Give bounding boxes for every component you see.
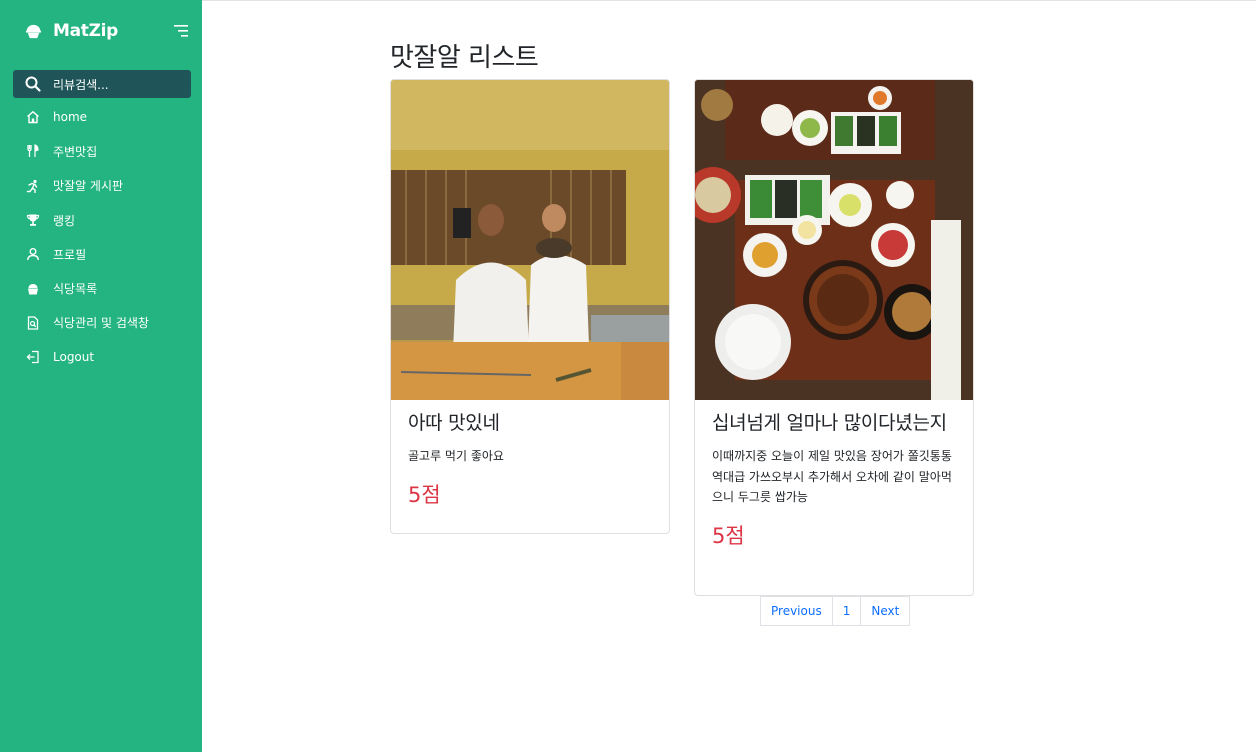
sidebar-item-label: Logout xyxy=(53,350,95,365)
sidebar: MatZip 리뷰검색... home 주변맛집 맛잘알 게시판 랭킹 프로필 … xyxy=(0,0,202,752)
card-text: 골고루 먹기 좋아요 xyxy=(408,449,504,463)
utensils-icon xyxy=(27,144,39,158)
sidebar-item-ranking[interactable]: 랭킹 xyxy=(0,203,202,237)
sidebar-item-label: 식당관리 및 검색창 xyxy=(53,316,149,331)
home-icon xyxy=(27,111,39,124)
sidebar-item-board[interactable]: 맛잘알 게시판 xyxy=(0,169,202,203)
document-search-icon xyxy=(27,316,39,330)
trophy-icon xyxy=(26,214,40,226)
search-icon xyxy=(25,76,41,92)
logout-icon xyxy=(26,351,39,364)
brand[interactable]: MatZip xyxy=(24,18,118,44)
sidebar-item-label: home xyxy=(53,110,88,125)
main-content: 맛잘알 리스트 아따 맛있네 골고루 먹기 좋아요 5점 십녀넘게 얼마나 많이… xyxy=(202,0,1256,752)
card-score: 5점 xyxy=(712,523,745,548)
sidebar-item-label: 프로필 xyxy=(53,247,87,262)
sidebar-item-label: 랭킹 xyxy=(53,213,76,228)
search-placeholder: 리뷰검색... xyxy=(53,77,109,92)
sidebar-item-logout[interactable]: Logout xyxy=(0,340,202,374)
sidebar-item-nearby[interactable]: 주변맛집 xyxy=(0,134,202,168)
sidebar-item-restaurant-admin[interactable]: 식당관리 및 검색창 xyxy=(0,306,202,340)
pagination-page-1[interactable]: 1 xyxy=(831,596,862,626)
sidebar-item-label: 주변맛집 xyxy=(53,144,98,159)
sidebar-item-label: 식당목록 xyxy=(53,282,98,297)
review-search-input[interactable]: 리뷰검색... xyxy=(13,70,191,98)
review-photo xyxy=(695,80,973,400)
sidebar-item-label: 맛잘알 게시판 xyxy=(53,179,124,194)
sidebar-item-restaurants[interactable]: 식당목록 xyxy=(0,271,202,305)
pagination: Previous 1 Next xyxy=(760,596,911,626)
card-text: 이때까지중 오늘이 제일 맛있음 장어가 쫄깃통통 역대급 가쓰오부시 추가해서… xyxy=(712,449,952,504)
rice-bowl-icon xyxy=(28,283,38,295)
review-photo xyxy=(391,80,669,400)
review-card[interactable]: 십녀넘게 얼마나 많이다녔는지 이때까지중 오늘이 제일 맛있음 장어가 쫄깃통… xyxy=(694,79,974,596)
pagination-next-button[interactable]: Next xyxy=(860,596,911,626)
pagination-previous-button[interactable]: Previous xyxy=(760,596,833,626)
brand-title: MatZip xyxy=(53,21,119,41)
menu-toggle-icon[interactable] xyxy=(174,24,190,38)
sidebar-nav: home 주변맛집 맛잘알 게시판 랭킹 프로필 식당목록 식당관리 및 검색창… xyxy=(0,100,202,374)
page-title: 맛잘알 리스트 xyxy=(390,43,539,73)
running-icon xyxy=(26,179,38,193)
card-title: 아따 맛있네 xyxy=(408,412,500,434)
rice-bowl-logo-icon xyxy=(25,24,42,38)
review-card[interactable]: 아따 맛있네 골고루 먹기 좋아요 5점 xyxy=(390,79,670,534)
card-title: 십녀넘게 얼마나 많이다녔는지 xyxy=(712,412,947,434)
sidebar-item-home[interactable]: home xyxy=(0,100,202,134)
sidebar-item-profile[interactable]: 프로필 xyxy=(0,237,202,271)
card-score: 5점 xyxy=(408,482,441,507)
user-icon xyxy=(27,248,39,261)
